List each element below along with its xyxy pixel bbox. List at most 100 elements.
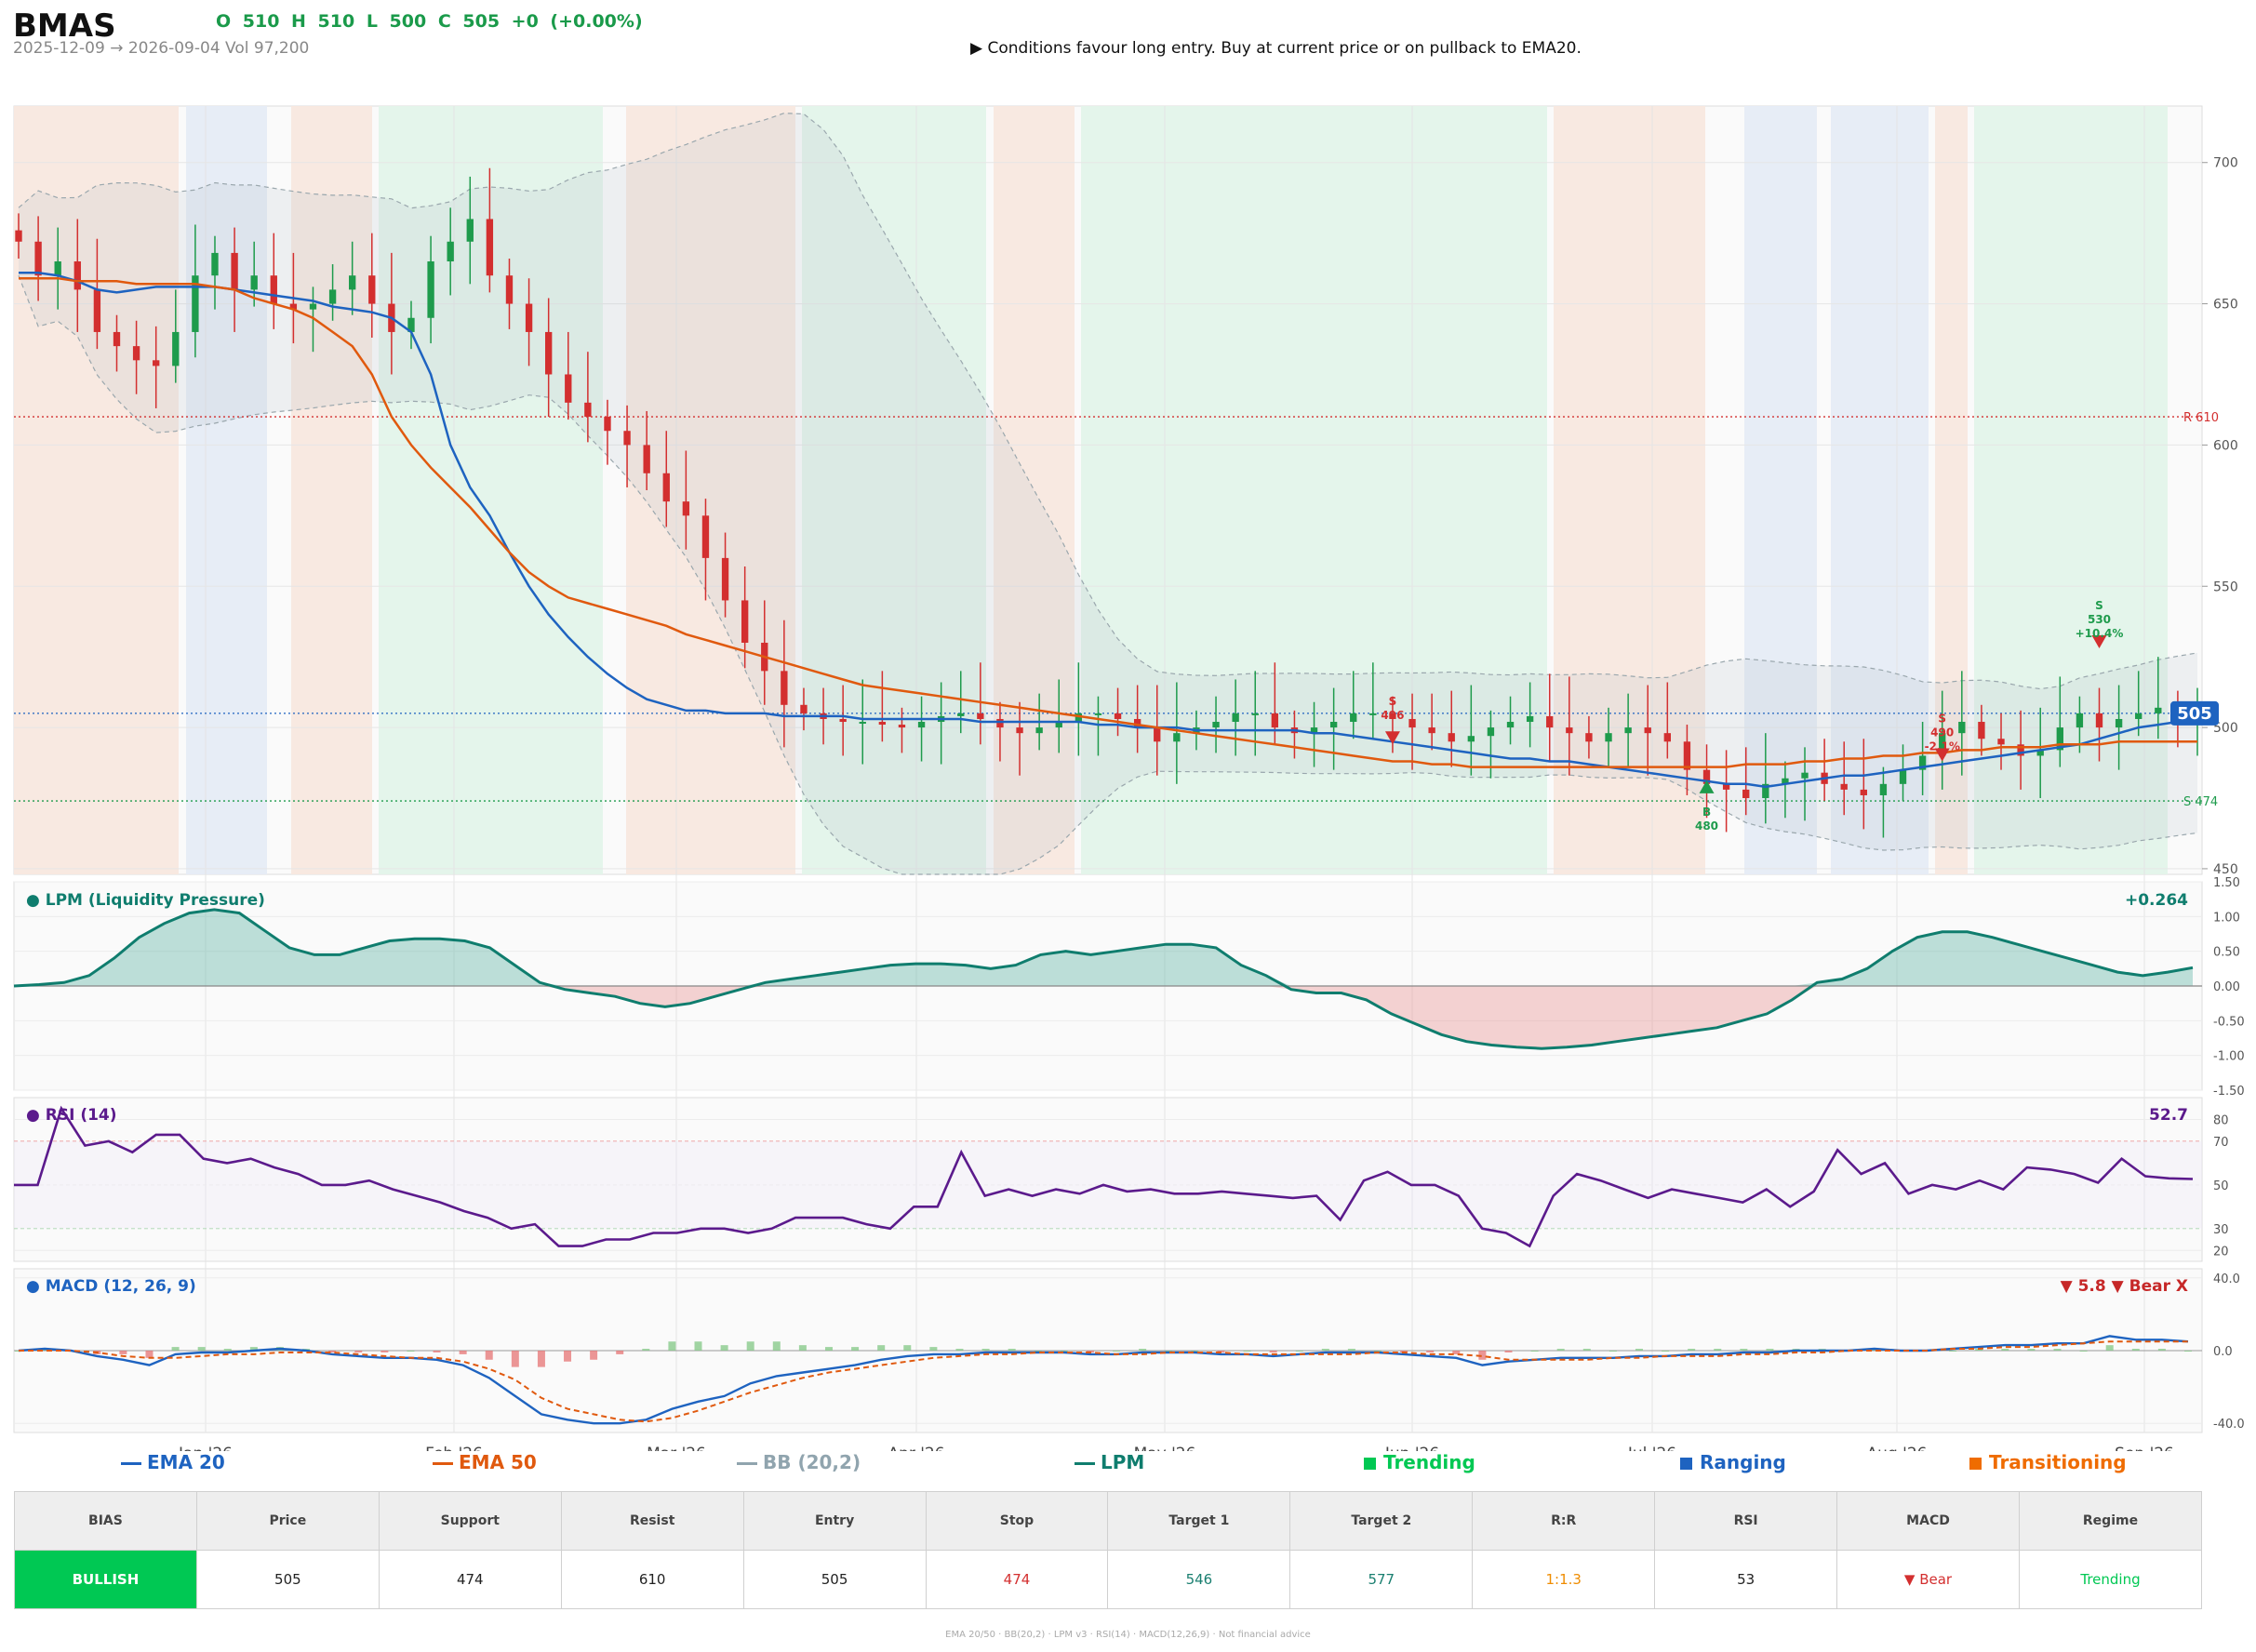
macd-hist-bar xyxy=(511,1351,519,1367)
candle-body xyxy=(1840,783,1848,790)
table-value-cell: 1:1.3 xyxy=(1472,1550,1656,1609)
candle-body xyxy=(1329,722,1338,728)
macd-hist-bar xyxy=(171,1347,180,1351)
candle-body xyxy=(349,275,356,290)
signal-price: 496 xyxy=(1381,709,1404,722)
signal-label: S xyxy=(1938,712,1946,725)
candle-body xyxy=(1350,713,1357,723)
macd-hist-bar xyxy=(824,1347,833,1351)
lpm-tick-label: 0.00 xyxy=(2213,980,2240,994)
legend-item-trending: Trending xyxy=(1364,1451,1475,1473)
legend-label: EMA 50 xyxy=(459,1451,537,1473)
macd-hist-bar xyxy=(877,1345,886,1351)
macd-hist-bar xyxy=(1504,1351,1513,1352)
legend-square-swatch xyxy=(1969,1458,1982,1470)
candle-body xyxy=(172,331,180,366)
candle-body xyxy=(623,431,631,446)
candle-body xyxy=(545,331,553,375)
rsi-title: ● RSI (14) xyxy=(26,1106,117,1125)
macd-hist-bar xyxy=(798,1345,807,1351)
macd-hist-bar xyxy=(1949,1351,1957,1352)
candle-body xyxy=(1094,713,1102,715)
macd-hist-bar xyxy=(2131,1349,2140,1351)
candle-body xyxy=(447,241,454,262)
table-header-cell: Price xyxy=(195,1491,380,1551)
signal-price: 490 xyxy=(1930,726,1954,739)
macd-hist-bar xyxy=(1688,1349,1696,1351)
candle-body xyxy=(1997,739,2005,745)
candle-body xyxy=(1860,789,1867,795)
candle-body xyxy=(1016,727,1023,734)
macd-hist-bar xyxy=(1321,1349,1329,1351)
signal-label: S xyxy=(2095,599,2103,612)
candle-body xyxy=(1212,722,1220,728)
macd-hist-bar xyxy=(2184,1351,2192,1352)
candle-body xyxy=(1173,733,1181,742)
rsi-value: 52.7 xyxy=(2149,1106,2188,1125)
candle-body xyxy=(1251,713,1259,715)
macd-hist-bar xyxy=(197,1347,206,1351)
macd-hist-bar xyxy=(223,1349,232,1351)
candle-body xyxy=(525,303,533,332)
candle-body xyxy=(1428,727,1435,734)
candle-body xyxy=(1663,733,1671,742)
candle-body xyxy=(368,275,376,304)
candle-body xyxy=(1742,789,1750,799)
macd-hist-bar xyxy=(1426,1351,1435,1352)
lpm-tick-label: 0.50 xyxy=(2213,946,2240,960)
table-header-cell: Target 1 xyxy=(1107,1491,1291,1551)
legend-line-swatch xyxy=(121,1462,141,1465)
candle-body xyxy=(2135,713,2143,719)
candle-body xyxy=(1369,713,1377,715)
candle-body xyxy=(996,718,1004,728)
legend-item-lpm: LPM xyxy=(1075,1451,1144,1473)
footer-note: EMA 20/50 · BB(20,2) · LPM v3 · RSI(14) … xyxy=(945,1630,1311,1640)
candle-body xyxy=(1644,727,1651,734)
candle-body xyxy=(486,219,494,276)
table-header-cell: RSI xyxy=(1654,1491,1838,1551)
chart-svg[interactable]: Jan '26 Feb '26 Mar '26 Apr '26 May '26 Jun '… xyxy=(0,0,2256,1451)
macd-hist-bar xyxy=(2027,1349,2036,1351)
signal-change: -2.1% xyxy=(1925,739,1960,753)
price-tag-label: 505 xyxy=(2177,704,2212,724)
macd-hist-bar xyxy=(642,1349,650,1351)
table-header-cell: R:R xyxy=(1472,1491,1656,1551)
price-tick-label: 450 xyxy=(2213,862,2238,877)
macd-hist-bar xyxy=(2157,1349,2166,1351)
candle-body xyxy=(1683,741,1691,770)
macd-hist-bar xyxy=(668,1341,676,1351)
legend-item-transitioning: Transitioning xyxy=(1969,1451,2127,1473)
candle-body xyxy=(917,722,926,728)
table-value-cell: ▼ Bear xyxy=(1836,1550,2020,1609)
macd-hist-bar xyxy=(1347,1349,1355,1351)
rsi-tick-label: 30 xyxy=(2213,1223,2229,1237)
candle-body xyxy=(73,261,81,290)
table-header-cell: Support xyxy=(378,1491,562,1551)
x-tick-label: Jun '26 xyxy=(1384,1445,1439,1451)
candle-body xyxy=(1899,769,1907,784)
macd-hist-bar xyxy=(981,1349,990,1351)
candle-body xyxy=(839,718,847,723)
macd-hist-bar xyxy=(380,1351,389,1352)
macd-hist-bar xyxy=(1662,1351,1670,1352)
macd-title: ● MACD (12, 26, 9) xyxy=(26,1277,196,1296)
legend-item-ema-50: EMA 50 xyxy=(433,1451,537,1473)
candle-body xyxy=(1154,727,1161,742)
rsi-tick-label: 80 xyxy=(2213,1113,2229,1127)
legend-item-bb-20-2-: BB (20,2) xyxy=(737,1451,861,1473)
macd-hist-bar xyxy=(1582,1349,1591,1351)
macd-hist-bar xyxy=(2079,1351,2088,1352)
price-tick-label: 650 xyxy=(2213,298,2238,313)
candle-body xyxy=(2076,713,2084,728)
legend-line-swatch xyxy=(433,1462,453,1465)
candle-body xyxy=(153,360,160,366)
lpm-tick-label: -1.00 xyxy=(2213,1050,2245,1064)
price-tick-label: 550 xyxy=(2213,580,2238,594)
candle-body xyxy=(1408,718,1416,728)
candle-body xyxy=(93,289,101,332)
candle-body xyxy=(250,275,258,290)
macd-hist-bar xyxy=(903,1345,912,1351)
lpm-tick-label: 1.50 xyxy=(2213,876,2240,890)
table-header-cell: Resist xyxy=(560,1491,744,1551)
legend-item-ranging: Ranging xyxy=(1680,1451,1786,1473)
